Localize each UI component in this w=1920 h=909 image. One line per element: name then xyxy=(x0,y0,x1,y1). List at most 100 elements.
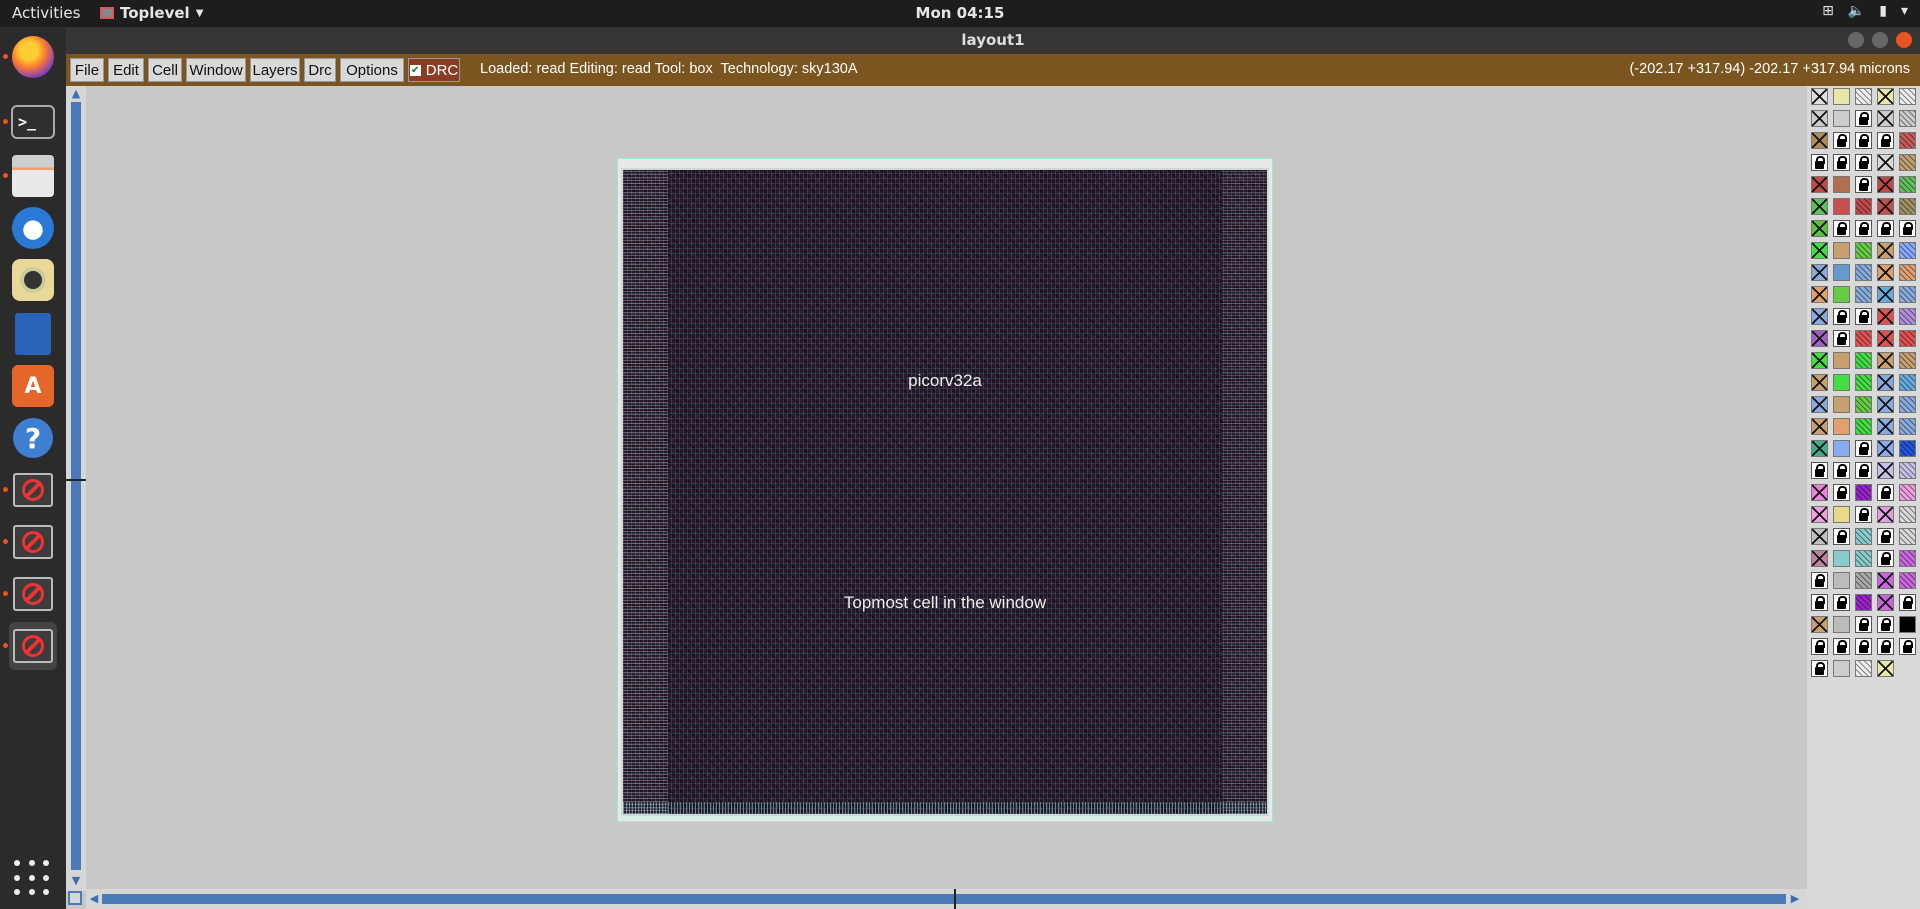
menu-window[interactable]: Window xyxy=(186,58,246,82)
zoom-box-icon[interactable] xyxy=(68,891,82,905)
layer-swatch[interactable] xyxy=(1811,176,1828,193)
layer-swatch[interactable] xyxy=(1877,594,1894,611)
clock[interactable]: Mon 04:15 xyxy=(916,4,1005,22)
layer-swatch[interactable] xyxy=(1899,440,1916,457)
layer-swatch[interactable] xyxy=(1811,132,1828,149)
layer-swatch[interactable] xyxy=(1833,286,1850,303)
layer-lock-icon[interactable] xyxy=(1811,660,1828,677)
dock-noentry-1[interactable] xyxy=(3,466,57,514)
scroll-up-icon[interactable]: ▲ xyxy=(68,87,84,101)
layer-swatch[interactable] xyxy=(1877,176,1894,193)
window-titlebar[interactable]: layout1 xyxy=(66,27,1920,54)
layer-swatch[interactable] xyxy=(1899,88,1916,105)
layer-lock-icon[interactable] xyxy=(1833,154,1850,171)
dock-noentry-4[interactable] xyxy=(3,622,57,670)
layer-lock-icon[interactable] xyxy=(1811,572,1828,589)
layer-swatch[interactable] xyxy=(1855,594,1872,611)
layer-lock-icon[interactable] xyxy=(1877,638,1894,655)
layer-swatch[interactable] xyxy=(1833,110,1850,127)
layer-swatch[interactable] xyxy=(1811,220,1828,237)
layer-swatch[interactable] xyxy=(1899,198,1916,215)
scroll-right-icon[interactable]: ▶ xyxy=(1788,891,1802,907)
menu-file[interactable]: File xyxy=(70,58,104,82)
layer-swatch[interactable] xyxy=(1899,330,1916,347)
layer-lock-icon[interactable] xyxy=(1833,220,1850,237)
close-icon[interactable] xyxy=(1896,32,1912,48)
layer-swatch[interactable] xyxy=(1855,572,1872,589)
dock-thunderbird[interactable] xyxy=(9,204,57,252)
layer-lock-icon[interactable] xyxy=(1811,638,1828,655)
layer-swatch[interactable] xyxy=(1833,616,1850,633)
layer-swatch[interactable] xyxy=(1877,330,1894,347)
dock-software[interactable]: A xyxy=(9,362,57,410)
layer-swatch[interactable] xyxy=(1855,198,1872,215)
layer-swatch[interactable] xyxy=(1833,506,1850,523)
layer-swatch[interactable] xyxy=(1855,660,1872,677)
layer-swatch[interactable] xyxy=(1899,176,1916,193)
dock-noentry-2[interactable] xyxy=(3,518,57,566)
layer-swatch[interactable] xyxy=(1877,572,1894,589)
dock-terminal[interactable]: >_ xyxy=(3,98,57,146)
layer-lock-icon[interactable] xyxy=(1833,638,1850,655)
layer-swatch[interactable] xyxy=(1811,264,1828,281)
layer-swatch[interactable] xyxy=(1877,198,1894,215)
layer-swatch[interactable] xyxy=(1833,550,1850,567)
layer-swatch[interactable] xyxy=(1899,396,1916,413)
layer-swatch[interactable] xyxy=(1811,198,1828,215)
layer-swatch[interactable] xyxy=(1877,374,1894,391)
layer-swatch[interactable] xyxy=(1855,484,1872,501)
layer-swatch[interactable] xyxy=(1811,308,1828,325)
layer-swatch[interactable] xyxy=(1811,528,1828,545)
layer-lock-icon[interactable] xyxy=(1855,176,1872,193)
vertical-scroll-thumb[interactable] xyxy=(66,479,86,481)
layer-lock-icon[interactable] xyxy=(1811,462,1828,479)
layer-swatch[interactable] xyxy=(1833,660,1850,677)
layer-swatch[interactable] xyxy=(1811,110,1828,127)
layer-lock-icon[interactable] xyxy=(1855,308,1872,325)
layer-lock-icon[interactable] xyxy=(1877,550,1894,567)
layer-lock-icon[interactable] xyxy=(1877,528,1894,545)
minimize-icon[interactable] xyxy=(1848,32,1864,48)
vertical-scrollbar[interactable]: ▲ ▼ xyxy=(66,86,86,891)
layer-swatch[interactable] xyxy=(1811,506,1828,523)
layer-swatch[interactable] xyxy=(1899,506,1916,523)
layer-swatch[interactable] xyxy=(1811,88,1828,105)
layer-swatch[interactable] xyxy=(1899,616,1916,633)
layer-swatch[interactable] xyxy=(1899,572,1916,589)
activities-button[interactable]: Activities xyxy=(12,4,80,22)
layer-lock-icon[interactable] xyxy=(1855,220,1872,237)
drc-toggle[interactable]: ✔ DRC xyxy=(408,58,460,82)
layout-geometry[interactable] xyxy=(621,168,1269,816)
layer-lock-icon[interactable] xyxy=(1877,616,1894,633)
layer-lock-icon[interactable] xyxy=(1833,330,1850,347)
menu-options[interactable]: Options xyxy=(340,58,404,82)
layer-swatch[interactable] xyxy=(1833,374,1850,391)
layer-lock-icon[interactable] xyxy=(1833,528,1850,545)
layer-swatch[interactable] xyxy=(1811,550,1828,567)
layer-swatch[interactable] xyxy=(1899,242,1916,259)
layer-swatch[interactable] xyxy=(1899,264,1916,281)
layer-lock-icon[interactable] xyxy=(1899,220,1916,237)
layer-lock-icon[interactable] xyxy=(1855,462,1872,479)
layer-swatch[interactable] xyxy=(1855,528,1872,545)
layer-swatch[interactable] xyxy=(1833,352,1850,369)
dock-help[interactable]: ? xyxy=(9,414,57,462)
layer-swatch[interactable] xyxy=(1855,286,1872,303)
layer-lock-icon[interactable] xyxy=(1811,594,1828,611)
layer-swatch[interactable] xyxy=(1811,396,1828,413)
layer-swatch[interactable] xyxy=(1877,462,1894,479)
layer-swatch[interactable] xyxy=(1833,198,1850,215)
dock-firefox[interactable] xyxy=(3,33,57,81)
layer-swatch[interactable] xyxy=(1811,616,1828,633)
layer-swatch[interactable] xyxy=(1877,352,1894,369)
vertical-scroll-track[interactable] xyxy=(71,102,81,870)
layer-swatch[interactable] xyxy=(1855,264,1872,281)
layer-swatch[interactable] xyxy=(1811,242,1828,259)
layer-swatch[interactable] xyxy=(1899,484,1916,501)
layer-lock-icon[interactable] xyxy=(1855,110,1872,127)
layer-swatch[interactable] xyxy=(1899,374,1916,391)
layer-swatch[interactable] xyxy=(1855,352,1872,369)
dock-rhythmbox[interactable] xyxy=(9,256,57,304)
layer-swatch[interactable] xyxy=(1833,176,1850,193)
layer-swatch[interactable] xyxy=(1811,374,1828,391)
